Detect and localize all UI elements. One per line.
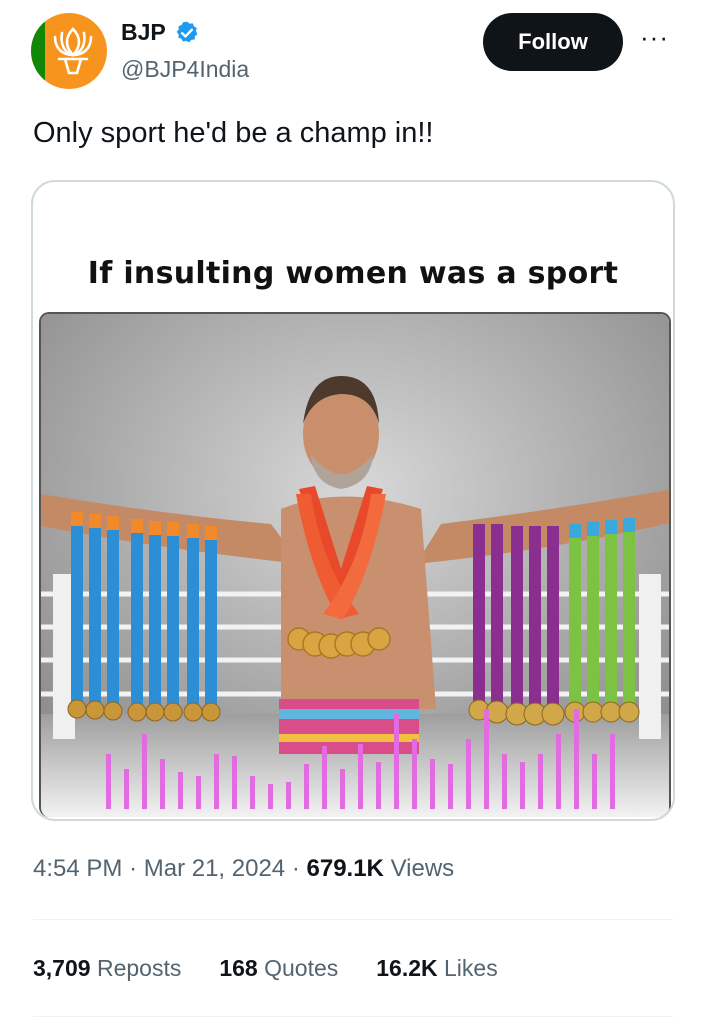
divider xyxy=(33,1016,673,1017)
meme-illustration xyxy=(41,314,669,817)
views-label: Views xyxy=(390,855,455,882)
avatar[interactable] xyxy=(31,13,107,89)
media-caption: If insulting women was a sport xyxy=(87,256,619,291)
verified-badge-icon xyxy=(176,21,198,42)
divider xyxy=(33,919,673,920)
account-handle[interactable]: @BJP4India xyxy=(121,56,249,83)
tweet-header: BJP @BJP4India Follow ··· xyxy=(0,0,706,100)
display-name[interactable]: BJP xyxy=(121,19,166,46)
quotes-count: 168 xyxy=(219,955,258,981)
views-count: 679.1K xyxy=(306,855,384,882)
quotes-stat[interactable]: 168 Quotes xyxy=(219,955,338,982)
meta-separator: · xyxy=(291,855,300,882)
meme-photo xyxy=(39,312,671,817)
tweet-stats: 3,709 Reposts 168 Quotes 16.2K Likes xyxy=(33,955,536,982)
reposts-label: Reposts xyxy=(96,955,182,981)
reposts-stat[interactable]: 3,709 Reposts xyxy=(33,955,181,982)
media-card[interactable]: If insulting women was a sport xyxy=(31,180,675,821)
quotes-label: Quotes xyxy=(264,955,339,981)
avatar-green-stripe xyxy=(31,13,45,89)
likes-stat[interactable]: 16.2K Likes xyxy=(376,955,497,982)
tweet-meta: 4:54 PM · Mar 21, 2024 · 679.1K Views xyxy=(33,855,454,883)
follow-button[interactable]: Follow xyxy=(483,13,623,71)
more-dots-icon[interactable]: ··· xyxy=(640,24,674,50)
likes-count: 16.2K xyxy=(376,955,438,981)
tweet-text: Only sport he'd be a champ in!! xyxy=(33,117,434,149)
lotus-logo-icon xyxy=(53,27,93,75)
reposts-count: 3,709 xyxy=(33,955,91,981)
likes-label: Likes xyxy=(444,955,498,981)
meta-separator: · xyxy=(129,855,138,882)
tweet-date[interactable]: Mar 21, 2024 xyxy=(144,855,285,882)
tweet-time[interactable]: 4:54 PM xyxy=(33,855,122,882)
